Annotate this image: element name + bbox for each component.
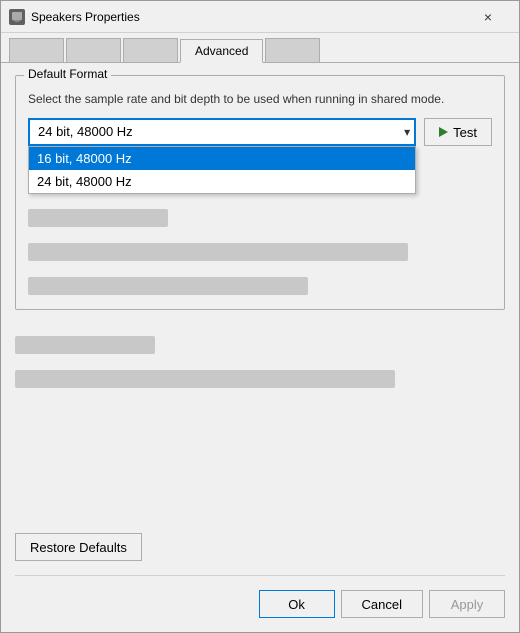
tab-2[interactable] (66, 38, 121, 62)
apply-button[interactable]: Apply (429, 590, 505, 618)
bottom-section: Restore Defaults Ok Cancel Apply (1, 533, 519, 632)
tab-5[interactable] (265, 38, 320, 62)
placeholder-bar-5 (15, 370, 395, 388)
test-button[interactable]: Test (424, 118, 492, 146)
title-bar: Speakers Properties × (1, 1, 519, 33)
group-box-title: Default Format (24, 67, 111, 81)
dropdown-row: 24 bit, 48000 Hz ▾ 16 bit, 48000 Hz 24 b… (28, 118, 492, 146)
tab-1[interactable] (9, 38, 64, 62)
window-icon (9, 9, 25, 25)
group-description: Select the sample rate and bit depth to … (28, 90, 492, 108)
dropdown-option-16bit[interactable]: 16 bit, 48000 Hz (29, 147, 415, 170)
dropdown-container: 24 bit, 48000 Hz ▾ 16 bit, 48000 Hz 24 b… (28, 118, 416, 146)
second-group-placeholders (15, 328, 505, 388)
ok-button[interactable]: Ok (259, 590, 335, 618)
dropdown-option-24bit[interactable]: 24 bit, 48000 Hz (29, 170, 415, 193)
play-icon (439, 127, 448, 137)
hidden-content-placeholders (28, 201, 492, 295)
placeholder-bar-3 (28, 277, 308, 295)
tab-3[interactable] (123, 38, 178, 62)
window: Speakers Properties × Advanced Default F… (0, 0, 520, 633)
placeholder-bar-4 (15, 336, 155, 354)
close-button[interactable]: × (465, 1, 511, 33)
dropdown-list: 16 bit, 48000 Hz 24 bit, 48000 Hz (28, 146, 416, 194)
placeholder-bar-1 (28, 209, 168, 227)
placeholder-bar-2 (28, 243, 408, 261)
tab-advanced[interactable]: Advanced (180, 39, 263, 63)
tabs-bar: Advanced (1, 33, 519, 63)
content-area: Default Format Select the sample rate an… (1, 63, 519, 533)
dialog-buttons: Ok Cancel Apply (15, 575, 505, 618)
window-title: Speakers Properties (31, 10, 465, 24)
format-dropdown[interactable]: 24 bit, 48000 Hz (28, 118, 416, 146)
default-format-group: Default Format Select the sample rate an… (15, 75, 505, 310)
restore-defaults-button[interactable]: Restore Defaults (15, 533, 142, 561)
cancel-button[interactable]: Cancel (341, 590, 423, 618)
